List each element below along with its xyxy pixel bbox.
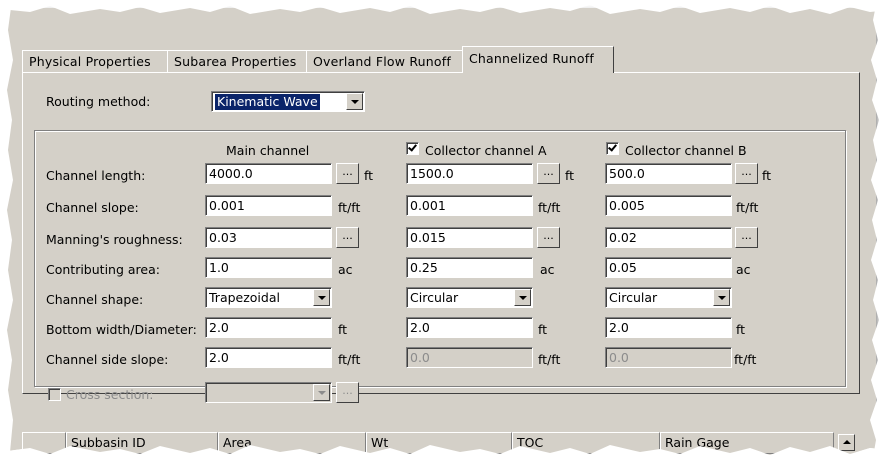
- main-channel-area-input[interactable]: 1.0: [205, 257, 332, 278]
- chevron-down-icon[interactable]: [313, 289, 330, 306]
- cross-section-dropdown: [205, 382, 332, 403]
- main-channel-width-unit: ft: [338, 322, 348, 337]
- torn-edge-overlay: [0, 445, 890, 463]
- chevron-down-icon[interactable]: [346, 93, 363, 110]
- chevron-down-icon[interactable]: [514, 289, 531, 306]
- channel-side-slope-label: Channel side slope:: [46, 352, 169, 367]
- torn-edge-left: [0, 0, 13, 463]
- main-channel-length-unit: ft: [364, 168, 374, 183]
- channel-length-label: Channel length:: [46, 168, 146, 183]
- contributing-area-label: Contributing area:: [46, 262, 160, 277]
- tab-physical-properties[interactable]: Physical Properties: [22, 50, 169, 72]
- tab-subarea-properties[interactable]: Subarea Properties: [167, 50, 308, 72]
- cross-section-checkbox[interactable]: [48, 388, 61, 401]
- collector-b-roughness-input[interactable]: 0.02: [605, 227, 732, 248]
- collector-b-length-browse-button[interactable]: ...: [735, 163, 758, 184]
- collector-a-checkbox[interactable]: [406, 142, 419, 155]
- routing-method-value: Kinematic Wave: [215, 94, 320, 110]
- collector-b-area-input[interactable]: 0.05: [605, 257, 732, 278]
- collector-a-slope-input[interactable]: 0.001: [406, 195, 533, 216]
- collector-a-slope-unit: ft/ft: [538, 200, 561, 215]
- collector-a-length-input[interactable]: 1500.0: [406, 163, 533, 184]
- main-channel-side-slope-input[interactable]: 2.0: [205, 347, 332, 368]
- channel-slope-label: Channel slope:: [46, 200, 139, 215]
- torn-edge-top: [0, 0, 890, 14]
- routing-method-dropdown[interactable]: Kinematic Wave: [211, 91, 365, 112]
- collector-b-length-unit: ft: [762, 168, 772, 183]
- channel-shape-label: Channel shape:: [46, 292, 144, 307]
- collector-b-shape-value: Circular: [609, 290, 658, 305]
- collector-b-slope-input[interactable]: 0.005: [605, 195, 732, 216]
- main-channel-roughness-browse-button[interactable]: ...: [336, 227, 359, 248]
- chevron-down-icon: [313, 384, 330, 401]
- main-channel-width-input[interactable]: 2.0: [205, 317, 332, 338]
- collector-a-roughness-input[interactable]: 0.015: [406, 227, 533, 248]
- main-channel-roughness-input[interactable]: 0.03: [205, 227, 332, 248]
- collector-a-side-slope-input: 0.0: [406, 347, 533, 368]
- main-channel-header: Main channel: [226, 143, 310, 158]
- collector-b-slope-unit: ft/ft: [736, 200, 759, 215]
- cross-section-browse-button: ...: [336, 382, 359, 403]
- collector-a-side-slope-unit: ft/ft: [538, 352, 561, 367]
- collector-b-width-input[interactable]: 2.0: [605, 317, 732, 338]
- cross-section-label: Cross section:: [66, 387, 154, 402]
- main-channel-slope-input[interactable]: 0.001: [205, 195, 332, 216]
- chevron-down-icon[interactable]: [713, 289, 730, 306]
- collector-b-length-input[interactable]: 500.0: [605, 163, 732, 184]
- collector-b-side-slope-unit: ft/ft: [734, 352, 757, 367]
- main-channel-shape-value: Trapezoidal: [209, 290, 280, 305]
- collector-a-shape-dropdown[interactable]: Circular: [406, 287, 533, 308]
- collector-a-area-unit: ac: [540, 262, 555, 277]
- collector-b-area-unit: ac: [736, 262, 751, 277]
- main-channel-length-browse-button[interactable]: ...: [336, 163, 359, 184]
- collector-a-header: Collector channel A: [425, 143, 547, 158]
- main-channel-area-unit: ac: [338, 262, 353, 277]
- collector-b-width-unit: ft: [736, 322, 746, 337]
- collector-a-shape-value: Circular: [410, 290, 459, 305]
- collector-b-header: Collector channel B: [625, 143, 747, 158]
- collector-a-area-input[interactable]: 0.25: [406, 257, 533, 278]
- collector-b-shape-dropdown[interactable]: Circular: [605, 287, 732, 308]
- collector-a-roughness-browse-button[interactable]: ...: [537, 227, 560, 248]
- torn-edge-right: [870, 0, 890, 463]
- main-channel-side-slope-unit: ft/ft: [338, 352, 361, 367]
- collector-a-length-unit: ft: [565, 168, 575, 183]
- collector-a-width-input[interactable]: 2.0: [406, 317, 533, 338]
- mannings-roughness-label: Manning's roughness:: [46, 232, 183, 247]
- bottom-width-label: Bottom width/Diameter:: [46, 322, 197, 337]
- collector-b-side-slope-input: 0.0: [605, 347, 732, 368]
- routing-method-label: Routing method:: [46, 94, 151, 109]
- collector-a-length-browse-button[interactable]: ...: [537, 163, 560, 184]
- tab-channelized-runoff[interactable]: Channelized Runoff: [462, 46, 614, 73]
- collector-b-checkbox[interactable]: [606, 142, 619, 155]
- collector-b-roughness-browse-button[interactable]: ...: [735, 227, 758, 248]
- tab-overland-flow-runoff[interactable]: Overland Flow Runoff: [306, 50, 463, 72]
- main-channel-slope-unit: ft/ft: [338, 200, 361, 215]
- main-channel-shape-dropdown[interactable]: Trapezoidal: [205, 287, 332, 308]
- main-channel-length-input[interactable]: 4000.0: [205, 163, 332, 184]
- collector-a-width-unit: ft: [538, 322, 548, 337]
